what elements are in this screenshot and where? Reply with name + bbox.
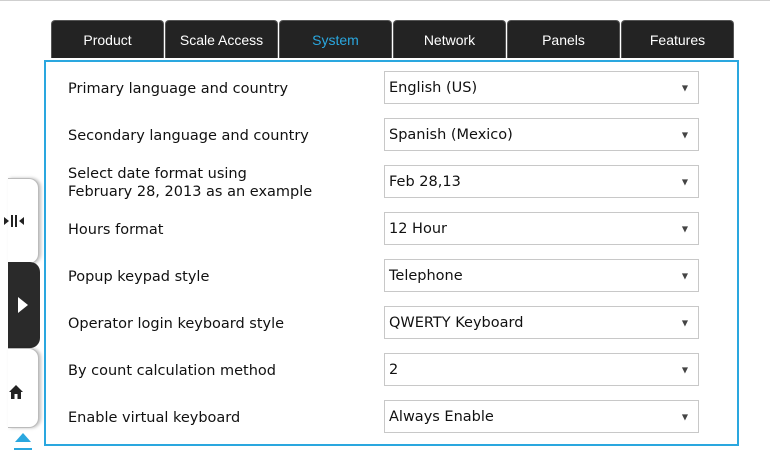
setting-row-keypad-style: Popup keypad style Telephone ▼ [46, 259, 737, 295]
setting-label: Secondary language and country [68, 128, 309, 144]
setting-label: Operator login keyboard style [68, 316, 285, 332]
chevron-down-icon: ▼ [681, 412, 688, 421]
tab-panels[interactable]: Panels [507, 20, 620, 58]
setting-row-secondary-language: Secondary language and country Spanish (… [46, 118, 737, 154]
setting-label: Enable virtual keyboard [68, 410, 241, 426]
top-divider [0, 0, 770, 1]
keypad-style-dropdown[interactable]: Telephone ▼ [384, 259, 699, 292]
chevron-down-icon: ▼ [681, 271, 688, 280]
setting-label: Select date format using February 28, 20… [68, 166, 313, 200]
setting-row-hours-format: Hours format 12 Hour ▼ [46, 212, 737, 248]
setting-label: Popup keypad style [68, 269, 210, 285]
hours-format-dropdown[interactable]: 12 Hour ▼ [384, 212, 699, 245]
home-button[interactable] [8, 348, 39, 428]
dropdown-value: 2 [389, 361, 399, 378]
tab-product[interactable]: Product [51, 20, 164, 58]
setting-row-virtual-keyboard: Enable virtual keyboard Always Enable ▼ [46, 400, 737, 436]
tab-bar: Product Scale Access System Network Pane… [51, 20, 735, 58]
chevron-down-icon: ▼ [681, 83, 688, 92]
play-button[interactable] [8, 262, 40, 348]
dropdown-value: Always Enable [389, 408, 494, 425]
virtual-keyboard-dropdown[interactable]: Always Enable ▼ [384, 400, 699, 433]
dropdown-value: Spanish (Mexico) [389, 126, 513, 143]
dropdown-value: English (US) [389, 79, 478, 96]
system-settings-panel: Primary language and country English (US… [44, 60, 739, 446]
chevron-down-icon: ▼ [681, 365, 688, 374]
tab-scale-access[interactable]: Scale Access [165, 20, 278, 58]
setting-row-login-keyboard: Operator login keyboard style QWERTY Key… [46, 306, 737, 342]
dropdown-value: QWERTY Keyboard [389, 314, 524, 331]
play-arrow-icon [16, 296, 30, 314]
setting-label: By count calculation method [68, 363, 276, 379]
tab-system[interactable]: System [279, 20, 392, 58]
tab-network[interactable]: Network [393, 20, 506, 58]
login-keyboard-dropdown[interactable]: QWERTY Keyboard ▼ [384, 306, 699, 339]
setting-label: Primary language and country [68, 81, 289, 97]
dropdown-value: 12 Hour [389, 220, 447, 237]
dropdown-value: Feb 28,13 [389, 173, 461, 190]
primary-language-dropdown[interactable]: English (US) ▼ [384, 71, 699, 104]
collapse-arrows-icon [4, 213, 26, 229]
home-icon [6, 383, 26, 401]
dropdown-value: Telephone [389, 267, 463, 284]
eject-underline [14, 448, 32, 450]
count-method-dropdown[interactable]: 2 ▼ [384, 353, 699, 386]
chevron-down-icon: ▼ [681, 177, 688, 186]
chevron-down-icon: ▼ [681, 318, 688, 327]
tab-features[interactable]: Features [621, 20, 734, 58]
secondary-language-dropdown[interactable]: Spanish (Mexico) ▼ [384, 118, 699, 151]
setting-row-date-format: Select date format using February 28, 20… [46, 165, 737, 201]
chevron-down-icon: ▼ [681, 130, 688, 139]
date-format-dropdown[interactable]: Feb 28,13 ▼ [384, 165, 699, 198]
chevron-down-icon: ▼ [681, 224, 688, 233]
collapse-button[interactable] [4, 178, 39, 264]
setting-row-primary-language: Primary language and country English (US… [46, 71, 737, 107]
setting-label: Hours format [68, 222, 164, 238]
side-handle [0, 170, 40, 450]
setting-row-count-method: By count calculation method 2 ▼ [46, 353, 737, 389]
eject-icon[interactable] [15, 432, 31, 446]
